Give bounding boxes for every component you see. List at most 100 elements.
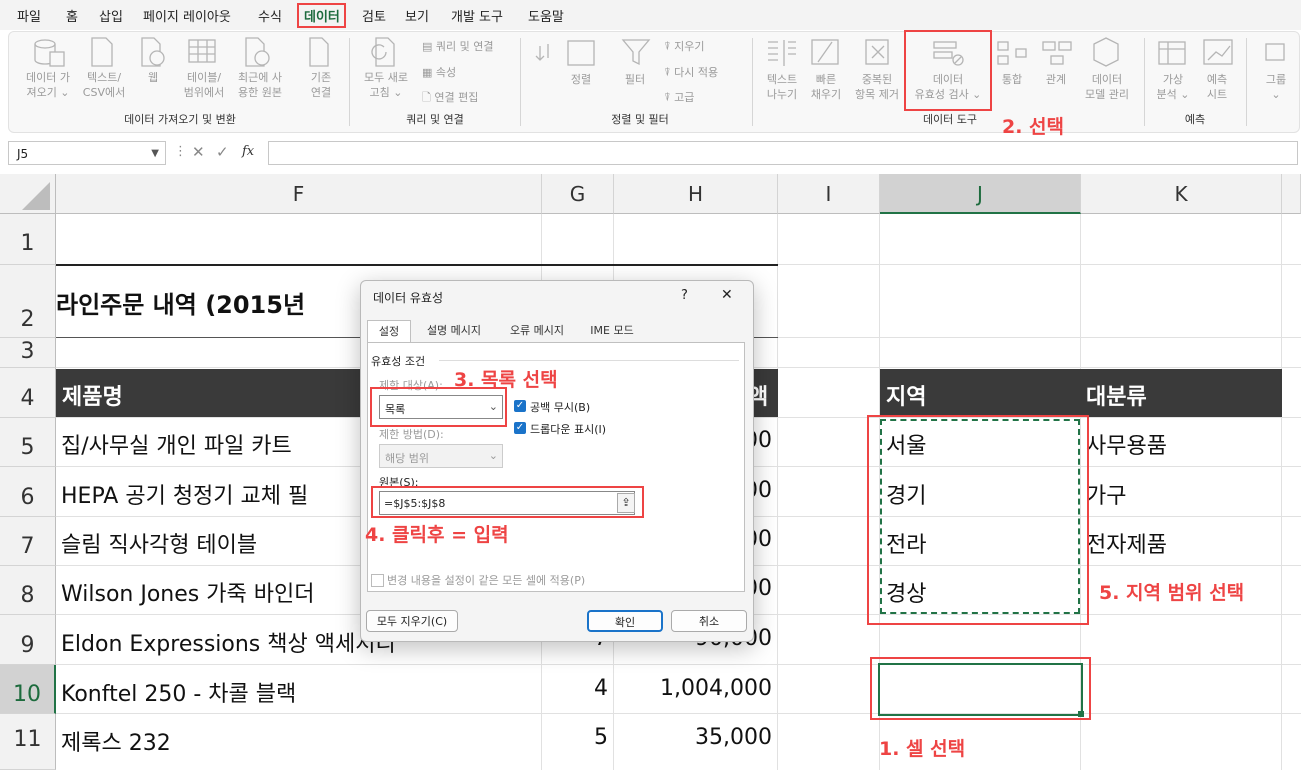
category-cell[interactable]: 사무용품 <box>1086 428 1167 460</box>
highlight-source-input <box>371 486 644 518</box>
dropdown-checkbox[interactable]: ✓ <box>514 422 526 434</box>
help-button[interactable]: ? <box>681 288 688 303</box>
edit-links-button[interactable]: 🗋 연결 편집 <box>422 91 478 105</box>
qty-cell[interactable]: 5 <box>560 725 608 750</box>
formula-input[interactable] <box>268 141 1298 165</box>
column-header-g[interactable]: G <box>542 174 614 214</box>
text-csv-button[interactable]: 텍스트/CSV에서 <box>76 70 132 100</box>
column-header-k[interactable]: K <box>1081 174 1282 214</box>
header-category[interactable]: 대분류 <box>1086 379 1147 411</box>
product-cell[interactable]: Wilson Jones 가죽 바인더 <box>61 576 314 608</box>
existing-connections-button[interactable]: 기존 연결 <box>298 70 344 100</box>
ignore-blank-checkbox[interactable]: ✓ <box>514 400 526 412</box>
column-header-i[interactable]: I <box>778 174 880 214</box>
from-table-button[interactable]: 테이블/범위에서 <box>176 70 232 100</box>
product-cell[interactable]: 슬림 직사각형 테이블 <box>61 527 257 559</box>
product-cell[interactable]: 제록스 232 <box>61 725 171 757</box>
refresh-all-button[interactable]: 모두 새로 고침 ⌄ <box>356 70 416 100</box>
data-select[interactable]: 해당 범위 ⌄ <box>379 444 503 468</box>
highlight-data-validation <box>904 30 992 111</box>
clear-filter-button[interactable]: ⍒ 지우기 <box>664 40 704 54</box>
properties-icon: ▦ <box>422 66 436 79</box>
clear-all-button[interactable]: 모두 지우기(C) <box>366 610 458 632</box>
cancel-icon[interactable]: ✕ <box>192 143 205 161</box>
row-header-4[interactable]: 4 <box>0 368 56 418</box>
dialog-title: 데이터 유효성 <box>373 291 444 305</box>
ok-button[interactable]: 확인 <box>587 610 663 632</box>
row-header-8[interactable]: 8 <box>0 566 56 615</box>
name-box[interactable]: J5 ▼ <box>8 141 166 165</box>
select-all-corner[interactable] <box>0 174 56 214</box>
insert-function-icon[interactable]: fx <box>242 144 254 159</box>
header-product[interactable]: 제품명 <box>62 379 123 411</box>
row-header-7[interactable]: 7 <box>0 517 56 566</box>
ribbon-separator <box>1144 38 1145 126</box>
tab-input-message[interactable]: 설명 메시지 <box>413 320 495 342</box>
annotation-step4: 4. 클릭후 = 입력 <box>365 524 509 546</box>
more-icon: ⋮ <box>174 144 187 159</box>
enter-icon[interactable]: ✓ <box>216 143 229 161</box>
group-label-forecast: 예측 <box>1184 113 1206 126</box>
tab-settings[interactable]: 설정 <box>367 320 411 343</box>
group-label-sort-filter: 정렬 및 필터 <box>611 113 669 126</box>
close-icon[interactable]: ✕ <box>721 287 733 303</box>
product-cell[interactable]: Konftel 250 - 차콜 블랙 <box>61 676 296 708</box>
web-button[interactable]: 웹 <box>138 70 168 85</box>
ribbon-separator <box>520 38 521 126</box>
data-model-button[interactable]: 데이터 모델 관리 <box>1078 72 1136 102</box>
filter-button[interactable]: 필터 <box>620 72 650 87</box>
reapply-button[interactable]: ⍒ 다시 적용 <box>664 66 718 80</box>
tab-error-alert[interactable]: 오류 메시지 <box>499 320 575 342</box>
row-header-10[interactable]: 10 <box>0 665 56 714</box>
recent-sources-button[interactable]: 최근에 사 용한 원본 <box>228 70 292 100</box>
edit-links-icon: 🗋 <box>422 91 435 104</box>
tab-ime-mode[interactable]: IME 모드 <box>579 320 645 342</box>
annotation-step1: 1. 셀 선택 <box>879 738 966 760</box>
annotation-step2: 2. 선택 <box>1002 116 1065 138</box>
category-cell[interactable]: 가구 <box>1086 478 1126 510</box>
amount-cell[interactable]: 35,000 <box>640 725 772 750</box>
select-all-icon <box>22 182 50 210</box>
column-header-f[interactable]: F <box>56 174 542 214</box>
text-to-columns-button[interactable]: 텍스트 나누기 <box>758 72 806 102</box>
column-header-h[interactable]: H <box>614 174 778 214</box>
cancel-button[interactable]: 취소 <box>671 610 747 632</box>
amount-cell[interactable]: 1,004,000 <box>640 676 772 701</box>
qty-cell[interactable]: 4 <box>560 676 608 701</box>
forecast-sheet-button[interactable]: 예측 시트 <box>1196 72 1238 102</box>
remove-duplicates-button[interactable]: 중복된 항목 제거 <box>848 72 906 102</box>
column-header-l[interactable] <box>1282 174 1301 214</box>
ribbon-separator <box>752 38 753 126</box>
row-header-6[interactable]: 6 <box>0 467 56 517</box>
advanced-filter-button[interactable]: ⍒ 고급 <box>664 91 694 105</box>
product-cell[interactable]: HEPA 공기 청정기 교체 필 <box>61 478 308 510</box>
properties-button[interactable]: ▦ 속성 <box>422 66 456 80</box>
flash-fill-button[interactable]: 빠른 채우기 <box>804 72 848 102</box>
consolidate-button[interactable]: 통합 <box>994 72 1030 87</box>
table-header-right <box>880 369 1282 417</box>
sort-button[interactable]: 정렬 <box>566 72 596 87</box>
group-label-data-tools: 데이터 도구 <box>922 113 978 126</box>
get-data-button[interactable]: 데이터 가 져오기 ⌄ <box>18 70 78 100</box>
apply-all-label: 변경 내용을 설정이 같은 모든 셀에 적용(P) <box>387 574 586 587</box>
row-header-9[interactable]: 9 <box>0 615 56 665</box>
title-border <box>56 264 778 266</box>
queries-connections-button[interactable]: ▤ 쿼리 및 연결 <box>422 40 493 54</box>
apply-all-checkbox[interactable] <box>371 574 384 587</box>
product-cell[interactable]: Eldon Expressions 책상 액세서리 <box>61 626 396 658</box>
category-cell[interactable]: 전자제품 <box>1086 527 1167 559</box>
group-button[interactable]: 그룹 ⌄ <box>1256 72 1296 102</box>
relationships-button[interactable]: 관계 <box>1038 72 1074 87</box>
header-region[interactable]: 지역 <box>886 379 926 411</box>
row-header-11[interactable]: 11 <box>0 714 56 770</box>
what-if-analysis-button[interactable]: 가상 분석 ⌄ <box>1148 72 1198 102</box>
row-header-5[interactable]: 5 <box>0 418 56 467</box>
row-header-1[interactable]: 1 <box>0 214 56 265</box>
column-header-j[interactable]: J <box>880 174 1081 214</box>
row-header-3[interactable]: 3 <box>0 338 56 368</box>
sheet-title[interactable]: 라인주문 내역 (2015년 <box>56 285 305 320</box>
ignore-blank-label: 공백 무시(B) <box>530 401 591 414</box>
annotation-step3: 3. 목록 선택 <box>454 369 558 391</box>
row-header-2[interactable]: 2 <box>0 265 56 338</box>
product-cell[interactable]: 집/사무실 개인 파일 카트 <box>61 428 292 460</box>
